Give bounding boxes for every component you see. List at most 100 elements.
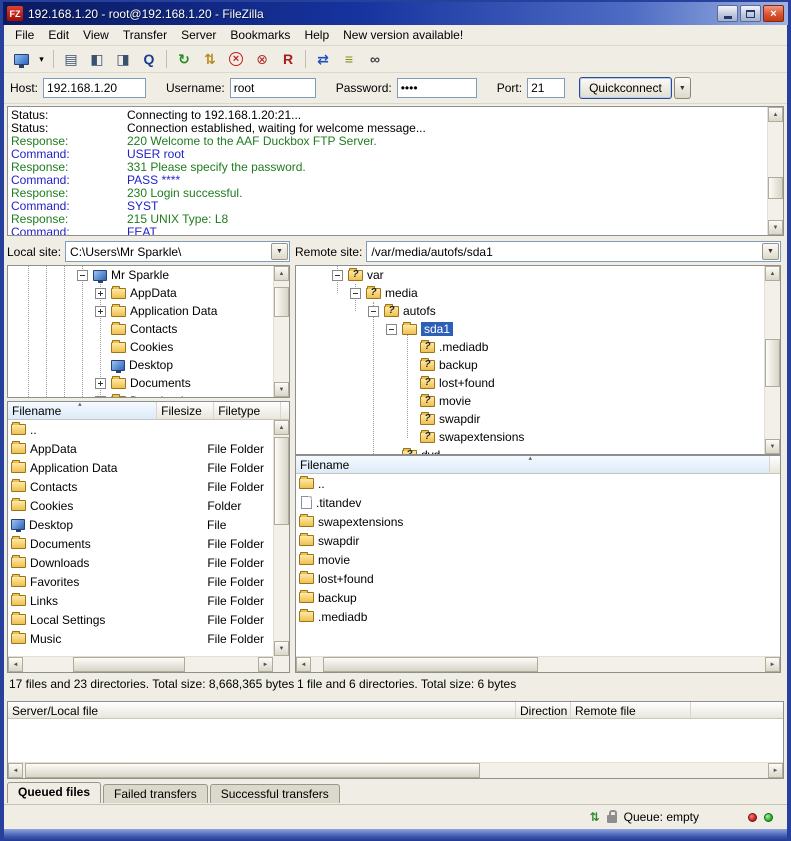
scrollbar-thumb[interactable] xyxy=(25,763,480,778)
scrollbar-thumb[interactable] xyxy=(274,287,289,317)
file-row[interactable]: CookiesFolder xyxy=(8,496,273,515)
maximize-button[interactable] xyxy=(740,5,761,22)
menu-edit[interactable]: Edit xyxy=(41,26,76,44)
expand-icon[interactable] xyxy=(95,396,106,399)
menu-server[interactable]: Server xyxy=(174,26,223,44)
quickconnect-dropdown-icon[interactable]: ▼ xyxy=(674,77,691,99)
file-row[interactable]: .. xyxy=(8,420,273,439)
quickconnect-button[interactable]: Quickconnect xyxy=(579,77,672,99)
tree-item[interactable]: Mr Sparkle xyxy=(8,266,289,284)
expand-icon[interactable] xyxy=(95,378,106,389)
scroll-left-icon[interactable]: ◄ xyxy=(8,763,23,778)
scroll-down-icon[interactable]: ▼ xyxy=(768,220,783,235)
file-row[interactable]: ContactsFile Folder xyxy=(8,477,273,496)
file-row[interactable]: AppDataFile Folder xyxy=(8,439,273,458)
find-files-icon[interactable]: ∞ xyxy=(363,48,387,70)
scroll-down-icon[interactable]: ▼ xyxy=(274,641,289,656)
file-row[interactable]: .titandev xyxy=(296,493,780,512)
tree-item[interactable]: Desktop xyxy=(8,356,289,374)
tree-item-selected[interactable]: sda1 xyxy=(296,320,780,338)
scroll-left-icon[interactable]: ◄ xyxy=(296,657,311,672)
file-row[interactable]: .. xyxy=(296,474,780,493)
local-tree-scrollbar[interactable]: ▲ ▼ xyxy=(273,266,289,397)
tree-item[interactable]: Downloads xyxy=(8,392,289,398)
file-row[interactable]: DesktopFile xyxy=(8,515,273,534)
scroll-down-icon[interactable]: ▼ xyxy=(274,382,289,397)
tree-item[interactable]: .mediadb xyxy=(296,338,780,356)
cancel-icon[interactable]: × xyxy=(224,48,248,70)
file-row[interactable]: Application DataFile Folder xyxy=(8,458,273,477)
tree-item[interactable]: swapextensions xyxy=(296,428,780,446)
file-row[interactable]: .mediadb xyxy=(296,607,780,626)
scroll-right-icon[interactable]: ► xyxy=(258,657,273,672)
close-button[interactable]: × xyxy=(763,5,784,22)
collapse-icon[interactable] xyxy=(332,270,343,281)
process-queue-icon[interactable]: ⇅ xyxy=(198,48,222,70)
scrollbar-thumb[interactable] xyxy=(768,177,783,199)
file-row[interactable]: DocumentsFile Folder xyxy=(8,534,273,553)
column-header-direction[interactable]: Direction xyxy=(516,702,571,718)
reconnect-icon[interactable]: R xyxy=(276,48,300,70)
collapse-icon[interactable] xyxy=(386,324,397,335)
tree-item[interactable]: AppData xyxy=(8,284,289,302)
toggle-message-log-icon[interactable]: ▤ xyxy=(59,48,83,70)
disconnect-icon[interactable]: ⊗ xyxy=(250,48,274,70)
tree-item[interactable]: lost+found xyxy=(296,374,780,392)
dropdown-arrow-icon[interactable]: ▼ xyxy=(762,243,779,260)
encryption-icon[interactable] xyxy=(607,815,617,823)
scroll-right-icon[interactable]: ► xyxy=(765,657,780,672)
remote-list-hscrollbar[interactable]: ◄ ► xyxy=(296,656,780,672)
file-row[interactable]: Local SettingsFile Folder xyxy=(8,610,273,629)
local-list-hscrollbar[interactable]: ◄ ► xyxy=(8,656,273,672)
file-row[interactable]: backup xyxy=(296,588,780,607)
column-header-server-local-file[interactable]: Server/Local file xyxy=(8,702,516,718)
file-row[interactable]: lost+found xyxy=(296,569,780,588)
synchronized-browsing-icon[interactable]: ≡ xyxy=(337,48,361,70)
password-input[interactable] xyxy=(397,78,477,98)
tab-successful-transfers[interactable]: Successful transfers xyxy=(210,784,340,803)
tree-item[interactable]: Cookies xyxy=(8,338,289,356)
column-header-filetype[interactable]: Filetype xyxy=(214,402,281,419)
toggle-remote-tree-icon[interactable]: ◨ xyxy=(111,48,135,70)
toggle-local-tree-icon[interactable]: ◧ xyxy=(85,48,109,70)
minimize-button[interactable] xyxy=(717,5,738,22)
speed-limits-icon[interactable]: ⇅ xyxy=(590,811,600,823)
file-row[interactable]: FavoritesFile Folder xyxy=(8,572,273,591)
remote-tree-scrollbar[interactable]: ▲ ▼ xyxy=(764,266,780,454)
scrollbar-thumb[interactable] xyxy=(274,437,289,525)
file-row[interactable]: swapextensions xyxy=(296,512,780,531)
refresh-icon[interactable]: ↻ xyxy=(172,48,196,70)
tree-item[interactable]: movie xyxy=(296,392,780,410)
scrollbar-thumb[interactable] xyxy=(73,657,185,672)
remote-site-combobox[interactable]: /var/media/autofs/sda1 ▼ xyxy=(366,241,781,262)
menu-bookmarks[interactable]: Bookmarks xyxy=(223,26,297,44)
file-row[interactable]: DownloadsFile Folder xyxy=(8,553,273,572)
directory-comparison-icon[interactable]: ⇄ xyxy=(311,48,335,70)
column-header-filesize[interactable]: Filesize xyxy=(157,402,214,419)
scrollbar-thumb[interactable] xyxy=(765,339,780,387)
column-header-filename[interactable]: ▴Filename xyxy=(8,402,157,419)
tree-item[interactable]: swapdir xyxy=(296,410,780,428)
tree-item[interactable]: Application Data xyxy=(8,302,289,320)
file-row[interactable]: swapdir xyxy=(296,531,780,550)
file-row[interactable]: MusicFile Folder xyxy=(8,629,273,648)
tree-item[interactable]: media xyxy=(296,284,780,302)
local-list-vscrollbar[interactable]: ▲ ▼ xyxy=(273,420,289,656)
file-row[interactable]: movie xyxy=(296,550,780,569)
port-input[interactable] xyxy=(527,78,565,98)
tree-item[interactable]: autofs xyxy=(296,302,780,320)
queue-hscrollbar[interactable]: ◄ ► xyxy=(8,762,783,778)
local-site-combobox[interactable]: C:\Users\Mr Sparkle\ ▼ xyxy=(65,241,290,262)
scroll-right-icon[interactable]: ► xyxy=(768,763,783,778)
column-header-remote-file[interactable]: Remote file xyxy=(571,702,691,718)
transfer-queue-list[interactable] xyxy=(8,719,783,762)
tree-item[interactable]: var xyxy=(296,266,780,284)
scroll-up-icon[interactable]: ▲ xyxy=(274,266,289,281)
file-row[interactable]: LinksFile Folder xyxy=(8,591,273,610)
log-scrollbar[interactable]: ▲ ▼ xyxy=(767,107,783,235)
site-manager-icon[interactable] xyxy=(9,48,33,70)
tree-item[interactable]: dvd xyxy=(296,446,780,455)
collapse-icon[interactable] xyxy=(350,288,361,299)
tab-failed-transfers[interactable]: Failed transfers xyxy=(103,784,208,803)
expand-icon[interactable] xyxy=(95,306,106,317)
